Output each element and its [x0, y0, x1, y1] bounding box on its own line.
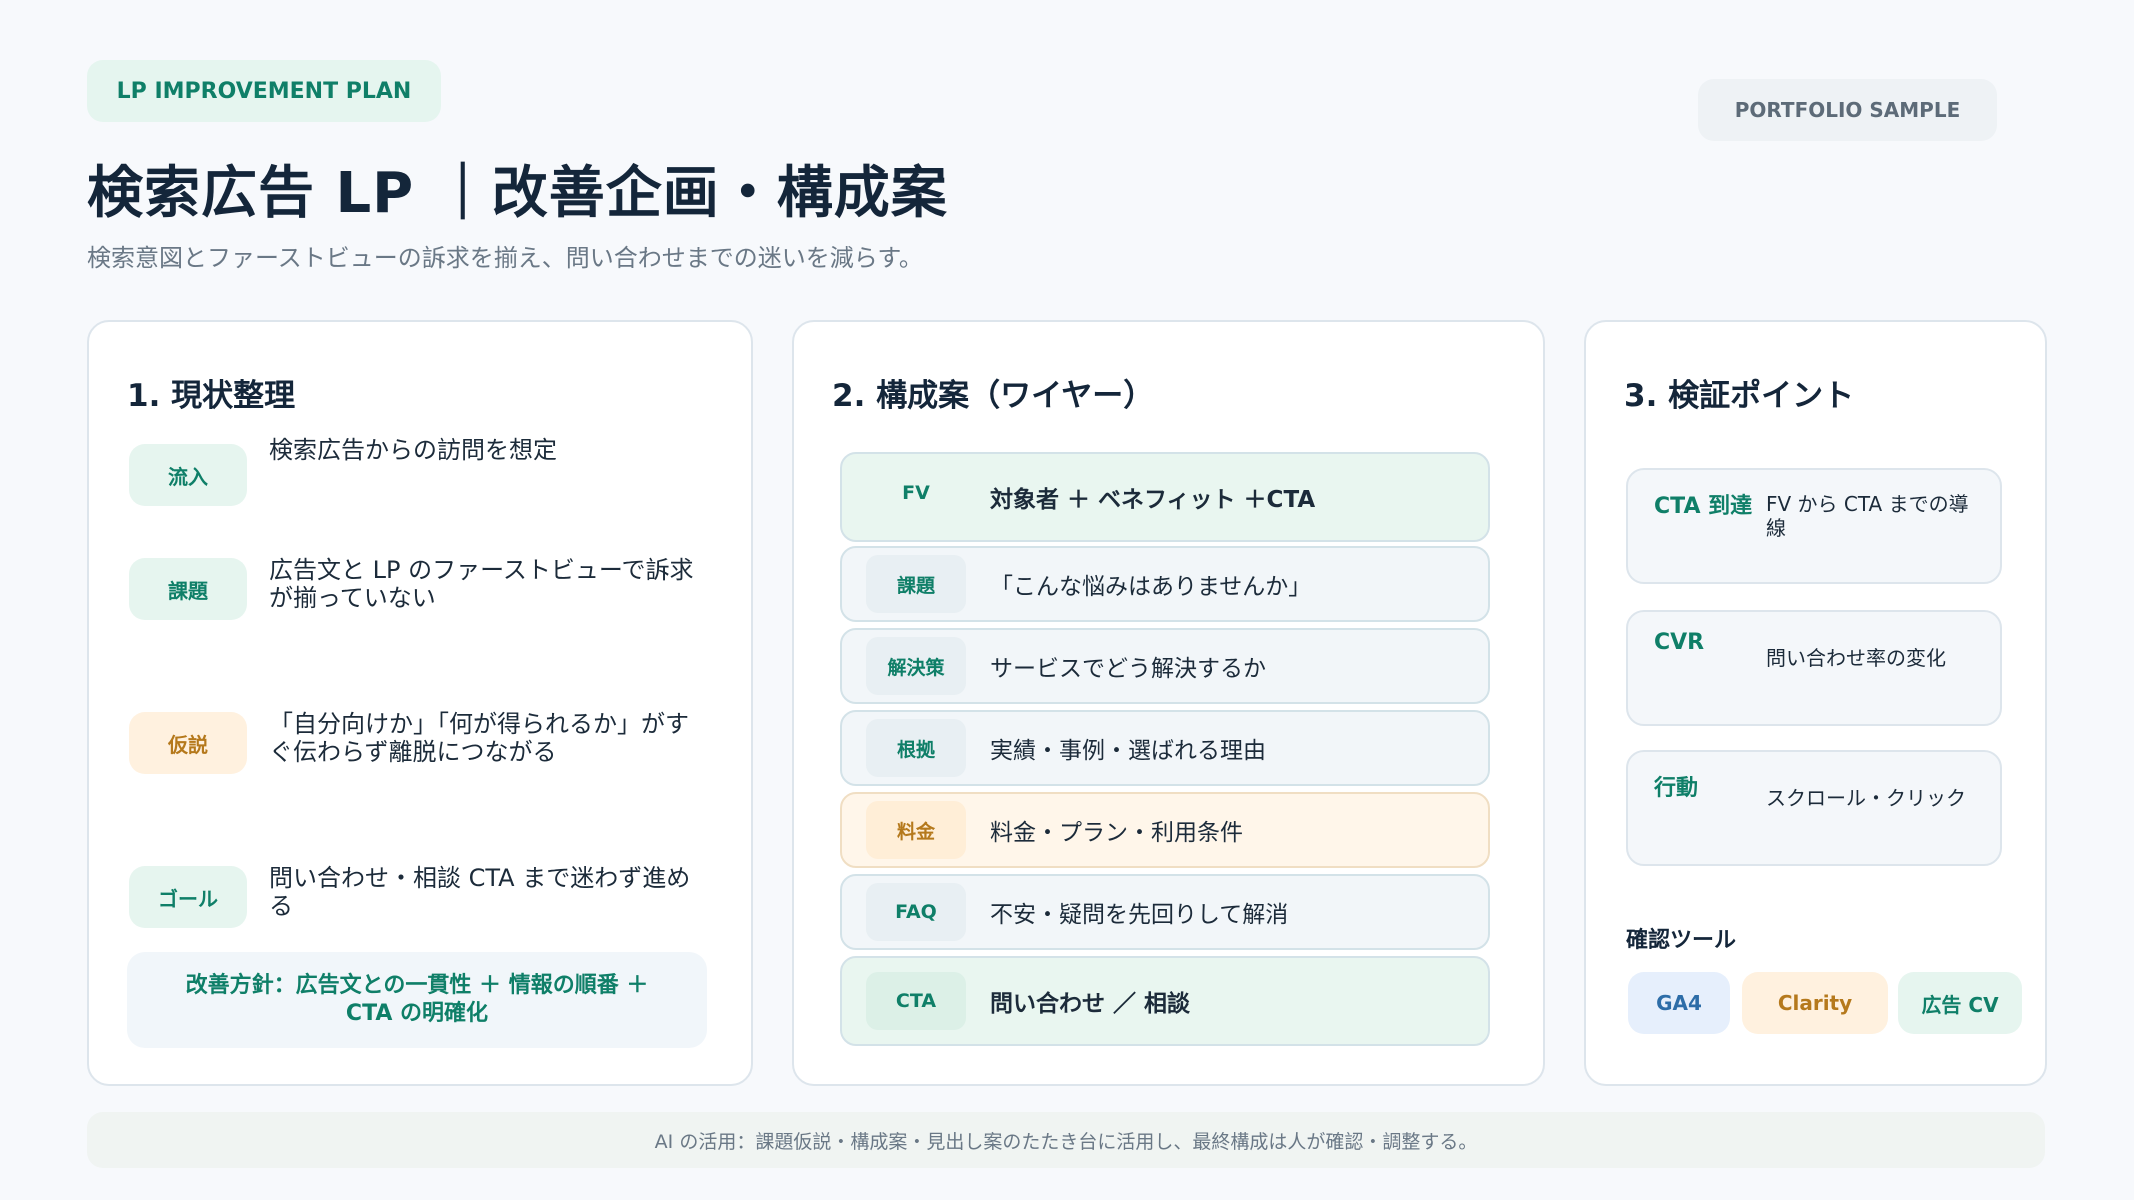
- section-text: 料金・プラン・利用条件: [990, 820, 1243, 846]
- status-row-inflow-b: 検索広告からの訪問を想定: [129, 436, 719, 506]
- tool-badge-clarity: Clarity: [1742, 972, 1888, 1034]
- status-row-goal: ゴール 問い合わせ・相談 CTA まで迷わず進める: [129, 864, 719, 928]
- point-desc: スクロール・クリック: [1766, 786, 1966, 810]
- wireframe-row-solution: 解決策 サービスでどう解決するか: [840, 628, 1490, 704]
- card-title-wireframe: 2. 構成案（ワイヤー）: [832, 378, 1155, 414]
- section-badge: 料金: [866, 801, 966, 859]
- section-text: 不安・疑問を先回りして解消: [990, 902, 1289, 928]
- page-title: 検索広告 LP ｜改善企画・構成案: [87, 161, 948, 226]
- tools-label: 確認ツール: [1626, 928, 1737, 953]
- section-badge: CTA: [866, 972, 966, 1030]
- point-label: CVR: [1654, 630, 1705, 655]
- improvement-policy: 改善方針：広告文との一貫性 ＋ 情報の順番 ＋CTA の明確化: [127, 952, 707, 1048]
- portfolio-badge: PORTFOLIO SAMPLE: [1698, 79, 1997, 141]
- point-desc: 問い合わせ率の変化: [1766, 646, 1946, 670]
- verification-point-behavior: 行動 スクロール・クリック: [1626, 750, 2002, 866]
- verification-card: 3. 検証ポイント CTA 到達 FV から CTA までの導線 CVR 問い合…: [1584, 320, 2047, 1086]
- section-badge: 根拠: [866, 719, 966, 777]
- section-text: 対象者 ＋ ベネフィット ＋CTA: [990, 487, 1316, 513]
- status-badge: ゴール: [129, 866, 247, 928]
- section-badge: 解決策: [866, 637, 966, 695]
- plan-tag: LP IMPROVEMENT PLAN: [87, 60, 441, 122]
- status-badge: 課題: [129, 558, 247, 620]
- wireframe-card: 2. 構成案（ワイヤー） FV 対象者 ＋ ベネフィット ＋CTA 課題 「こん…: [792, 320, 1545, 1086]
- status-text: 「自分向けか」「何が得られるか」がすぐ伝わらず離脱につながる: [269, 710, 689, 766]
- status-row-issue: 課題 広告文と LP のファーストビューで訴求が揃っていない: [129, 556, 719, 620]
- tool-badge-ad-cv: 広告 CV: [1898, 972, 2022, 1034]
- section-badge: FV: [902, 482, 930, 504]
- current-status-card: 1. 現状整理 流入 検索広告からの訪問を想定 課題 広告文と LP のファース…: [87, 320, 753, 1086]
- wireframe-row-cta: CTA 問い合わせ ／ 相談: [840, 956, 1490, 1046]
- section-badge: 課題: [866, 555, 966, 613]
- wireframe-row-evidence: 根拠 実績・事例・選ばれる理由: [840, 710, 1490, 786]
- verification-point-cta: CTA 到達 FV から CTA までの導線: [1626, 468, 2002, 584]
- page-subtitle: 検索意図とファーストビューの訴求を揃え、問い合わせまでの迷いを減らす。: [87, 244, 923, 272]
- wireframe-row-faq: FAQ 不安・疑問を先回りして解消: [840, 874, 1490, 950]
- status-row-hypothesis: 仮説 「自分向けか」「何が得られるか」がすぐ伝わらず離脱につながる: [129, 710, 719, 774]
- status-badge: 仮説: [129, 712, 247, 774]
- status-text: 検索広告からの訪問を想定: [269, 436, 557, 464]
- wireframe-row-issue: 課題 「こんな悩みはありませんか」: [840, 546, 1490, 622]
- point-desc: FV から CTA までの導線: [1766, 492, 1969, 540]
- section-text: 実績・事例・選ばれる理由: [990, 738, 1266, 764]
- wireframe-row-pricing: 料金 料金・プラン・利用条件: [840, 792, 1490, 868]
- verification-point-cvr: CVR 問い合わせ率の変化: [1626, 610, 2002, 726]
- status-text: 広告文と LP のファーストビューで訴求が揃っていない: [269, 556, 694, 612]
- section-text: 問い合わせ ／ 相談: [990, 991, 1191, 1017]
- ai-usage-note: AI の活用：課題仮説・構成案・見出し案のたたき台に活用し、最終構成は人が確認・…: [87, 1112, 2045, 1168]
- section-text: サービスでどう解決するか: [990, 656, 1266, 682]
- card-title-current-status: 1. 現状整理: [127, 378, 296, 414]
- point-label: CTA 到達: [1654, 494, 1753, 519]
- card-title-verification: 3. 検証ポイント: [1624, 378, 1855, 414]
- status-text: 問い合わせ・相談 CTA まで迷わず進める: [269, 864, 691, 920]
- section-text: 「こんな悩みはありませんか」: [990, 574, 1312, 600]
- wireframe-row-fv: FV 対象者 ＋ ベネフィット ＋CTA: [840, 452, 1490, 542]
- point-label: 行動: [1654, 776, 1699, 801]
- tool-badge-ga4: GA4: [1628, 972, 1730, 1034]
- section-badge: FAQ: [866, 883, 966, 941]
